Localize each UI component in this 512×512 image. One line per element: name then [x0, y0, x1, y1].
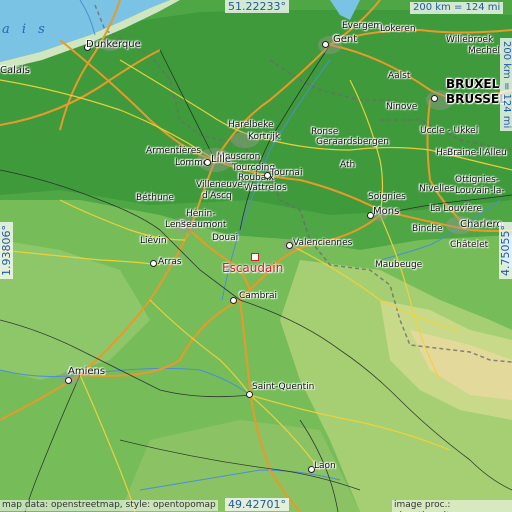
- city-label-lievin[interactable]: Liévin: [140, 236, 167, 246]
- city-label-henin[interactable]: Hénin-: [186, 209, 215, 219]
- topographic-map[interactable]: a i s Dunkerque Calais Gent Evergem Loke…: [0, 0, 512, 512]
- coord-left: 1.93806°: [0, 222, 13, 279]
- city-label-calais[interactable]: Calais: [0, 66, 30, 76]
- city-label-ottignies[interactable]: Ottignies-: [455, 175, 499, 185]
- target-location-marker[interactable]: [251, 253, 259, 261]
- city-label-douai[interactable]: Douai: [212, 233, 238, 243]
- city-marker: [65, 377, 72, 384]
- city-label-bruxelles[interactable]: BRUXEL: [446, 78, 499, 91]
- city-label-lokeren[interactable]: Lokeren: [380, 24, 416, 34]
- city-label-laon[interactable]: Laon: [314, 461, 336, 471]
- city-label-braine[interactable]: Braine-l'Alleu: [447, 148, 507, 158]
- city-label-harelbeke[interactable]: Harelbeke: [228, 120, 274, 130]
- city-label-lens[interactable]: Lens: [165, 220, 186, 230]
- scale-vertical: 200 km = 124 mi: [500, 38, 512, 132]
- city-label-evergem[interactable]: Evergem: [342, 21, 382, 31]
- city-label-binche[interactable]: Binche: [412, 224, 443, 234]
- city-label-wattrelos[interactable]: Wattrelos: [244, 183, 287, 193]
- target-location-label[interactable]: Escaudain: [222, 262, 283, 275]
- city-marker: [246, 391, 253, 398]
- city-label-willebroek[interactable]: Willebroek: [446, 35, 493, 45]
- attribution-left: map data: openstreetmap, style: opentopo…: [0, 500, 218, 511]
- city-marker: [204, 159, 211, 166]
- city-label-soignies[interactable]: Soignies: [368, 192, 406, 202]
- city-label-amiens[interactable]: Amiens: [68, 367, 105, 377]
- city-marker: [230, 297, 237, 304]
- city-label-mons[interactable]: Mons: [373, 207, 399, 217]
- city-label-lalouviere[interactable]: La Louvière: [430, 204, 482, 214]
- city-label-villeneuve[interactable]: Villeneuve-: [196, 180, 246, 190]
- city-label-nivelles[interactable]: Nivelles: [419, 184, 454, 194]
- city-label-beaumont[interactable]: Beaumont: [180, 220, 226, 230]
- city-label-kortrijk[interactable]: Kortrijk: [248, 132, 280, 142]
- city-label-mechelen[interactable]: Mechel: [468, 46, 500, 56]
- coord-right: 4.75055°: [499, 222, 512, 279]
- city-label-aalst[interactable]: Aalst: [388, 71, 410, 81]
- city-label-armentieres[interactable]: Armentières: [146, 146, 201, 156]
- city-label-arras[interactable]: Arras: [158, 257, 182, 267]
- city-label-tournai[interactable]: Tournai: [270, 168, 302, 178]
- city-label-louvain[interactable]: Louvain-la-: [455, 186, 505, 196]
- city-label-lille[interactable]: Lille: [211, 155, 231, 165]
- city-label-uccle[interactable]: Uccle - Ukkel: [420, 126, 478, 136]
- coord-bottom: 49.42701°: [225, 498, 289, 511]
- city-label-gent[interactable]: Gent: [333, 35, 357, 45]
- city-label-chatelet[interactable]: Châtelet: [450, 240, 488, 250]
- city-label-dascq[interactable]: d'Ascq: [202, 191, 232, 201]
- city-label-ronse[interactable]: Ronse: [311, 127, 338, 137]
- city-marker: [150, 260, 157, 267]
- attribution-right: image proc.: elevation.city: [392, 500, 512, 512]
- coord-top: 51.22233°: [225, 0, 289, 13]
- city-marker: [431, 95, 438, 102]
- city-label-dunkerque[interactable]: Dunkerque: [86, 40, 141, 50]
- city-label-ninove[interactable]: Ninove: [386, 102, 417, 112]
- city-label-brussel[interactable]: BRUSSEL: [446, 93, 507, 106]
- city-label-ath[interactable]: Ath: [340, 160, 355, 170]
- scale-horizontal: 200 km = 124 mi: [410, 2, 504, 14]
- city-marker: [322, 41, 329, 48]
- sea-label: a i s: [2, 22, 49, 37]
- city-label-geraardsbergen[interactable]: Geraardsbergen: [316, 137, 389, 147]
- city-label-charleroi[interactable]: Charlero: [460, 220, 503, 230]
- city-marker: [286, 242, 293, 249]
- city-label-maubeuge[interactable]: Maubeuge: [375, 260, 422, 270]
- city-label-saintquentin[interactable]: Saint-Quentin: [252, 382, 314, 392]
- city-label-valenciennes[interactable]: Valenciennes: [293, 238, 352, 248]
- city-label-cambrai[interactable]: Cambrai: [239, 291, 277, 301]
- city-label-bethune[interactable]: Béthune: [136, 193, 174, 203]
